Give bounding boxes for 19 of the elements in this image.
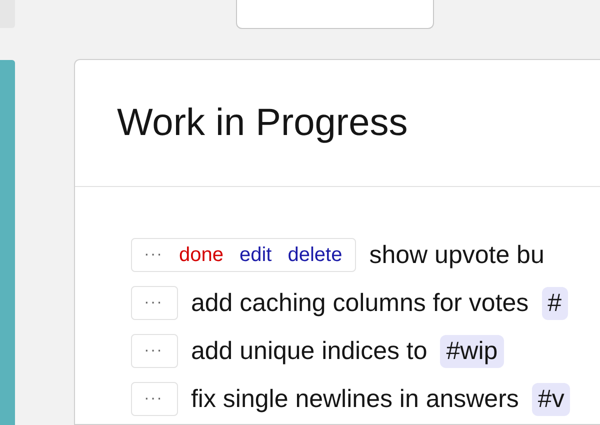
task-menu[interactable]: ··· xyxy=(131,334,178,368)
more-button[interactable]: ··· xyxy=(144,342,163,360)
task-menu[interactable]: ··· done edit delete xyxy=(131,238,356,272)
tag-chip[interactable]: #v xyxy=(532,382,570,416)
task-text: add unique indices to xyxy=(190,336,428,366)
task-text: show upvote bu xyxy=(369,240,544,270)
tag-chip[interactable]: # xyxy=(542,286,568,320)
more-button[interactable]: ··· xyxy=(144,246,163,264)
card-title: Work in Progress xyxy=(117,102,408,144)
more-button[interactable]: ··· xyxy=(144,294,163,312)
task-text: fix single newlines in answers xyxy=(190,384,519,414)
task-menu[interactable]: ··· xyxy=(131,382,178,416)
tag-chip[interactable]: #wip xyxy=(440,334,504,368)
action-link[interactable]: done xyxy=(178,244,224,266)
more-button[interactable]: ··· xyxy=(144,390,163,408)
action-link[interactable]: delete xyxy=(288,244,342,266)
task-menu[interactable]: ··· xyxy=(131,286,178,320)
action-link[interactable]: edit xyxy=(239,244,272,266)
task-text: add caching columns for votes xyxy=(190,288,529,318)
